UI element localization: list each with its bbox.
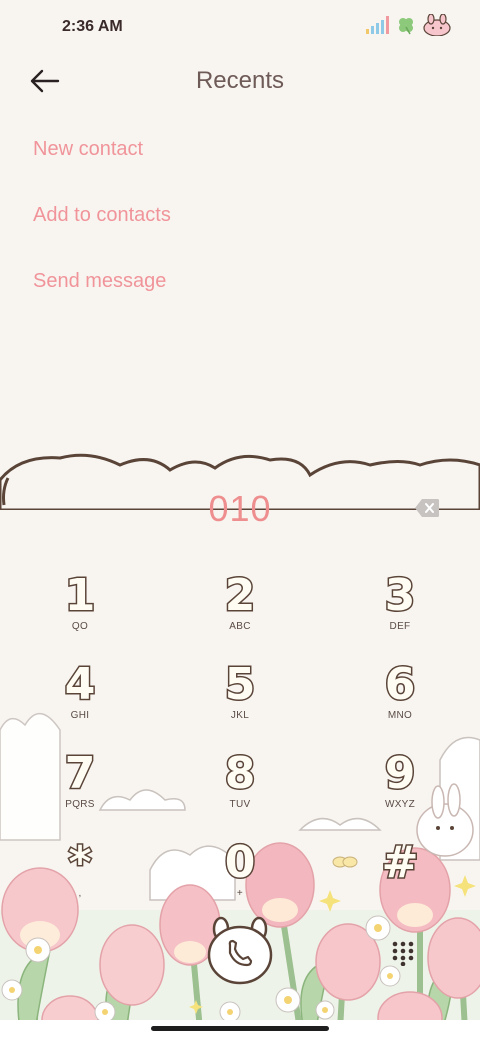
key-digit: 9 bbox=[383, 748, 417, 799]
key-digit: 2 bbox=[223, 570, 257, 621]
key-star[interactable]: * , bbox=[25, 837, 135, 914]
keypad-grid-icon[interactable] bbox=[390, 940, 416, 966]
key-letters: TUV bbox=[229, 799, 251, 810]
key-letters: , bbox=[78, 888, 82, 899]
key-letters: + bbox=[236, 888, 244, 899]
key-9[interactable]: 9 WXYZ bbox=[345, 748, 455, 825]
page-title: Recents bbox=[195, 67, 285, 94]
key-letters: WXYZ bbox=[384, 799, 416, 810]
key-digit: 1 bbox=[63, 570, 97, 621]
key-7[interactable]: 7 PQRS bbox=[25, 748, 135, 825]
clover-icon bbox=[399, 18, 413, 35]
key-letters: ABC bbox=[229, 621, 251, 632]
key-letters: MNO bbox=[387, 710, 413, 721]
key-4[interactable]: 4 GHI bbox=[25, 659, 135, 736]
status-bar: 2:36 AM bbox=[0, 0, 480, 56]
key-1[interactable]: 1 QO bbox=[25, 570, 135, 647]
key-letters: GHI bbox=[70, 710, 90, 721]
key-8[interactable]: 8 TUV bbox=[185, 748, 295, 825]
dialed-number: 010 bbox=[208, 488, 272, 529]
key-digit: 0 bbox=[223, 837, 257, 888]
status-time: 2:36 AM bbox=[62, 18, 123, 35]
key-digit: 6 bbox=[383, 659, 417, 710]
key-digit: 7 bbox=[63, 748, 97, 799]
key-letters: PQRS bbox=[65, 799, 95, 810]
key-letters: DEF bbox=[389, 621, 411, 632]
home-indicator[interactable] bbox=[151, 1026, 329, 1031]
new-contact-button[interactable]: New contact bbox=[33, 138, 143, 161]
key-digit: 8 bbox=[223, 748, 257, 799]
key-hash[interactable]: # bbox=[345, 837, 455, 914]
key-letters: JKL bbox=[230, 710, 250, 721]
key-digit: 4 bbox=[63, 659, 97, 710]
add-to-contacts-button[interactable]: Add to contacts bbox=[33, 204, 171, 227]
key-6[interactable]: 6 MNO bbox=[345, 659, 455, 736]
status-icons bbox=[366, 14, 452, 36]
key-2[interactable]: 2 ABC bbox=[185, 570, 295, 647]
backspace-icon[interactable] bbox=[414, 498, 440, 518]
phone-icon[interactable] bbox=[205, 915, 275, 985]
send-message-button[interactable]: Send message bbox=[33, 270, 166, 293]
key-digit: 3 bbox=[383, 570, 417, 621]
key-digit: # bbox=[380, 837, 420, 888]
key-5[interactable]: 5 JKL bbox=[185, 659, 295, 736]
bunny-face-icon bbox=[423, 14, 451, 36]
key-0[interactable]: 0 + bbox=[185, 837, 295, 914]
key-letters: QO bbox=[71, 621, 89, 632]
key-3[interactable]: 3 DEF bbox=[345, 570, 455, 647]
app-header: Recents bbox=[0, 56, 480, 112]
signal-bars-icon bbox=[366, 16, 389, 34]
key-digit: * bbox=[67, 837, 93, 888]
key-digit: 5 bbox=[223, 659, 257, 710]
